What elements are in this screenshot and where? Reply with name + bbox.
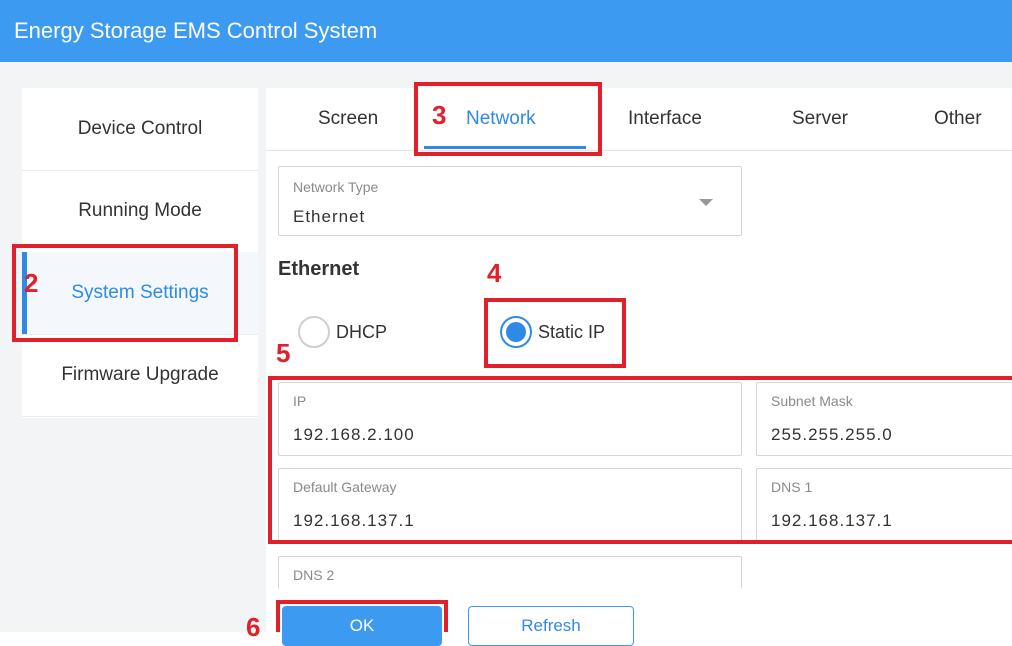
- ethernet-section-title: Ethernet: [278, 258, 360, 280]
- annotation-box-5: [268, 376, 1012, 544]
- dhcp-label[interactable]: DHCP: [336, 322, 387, 343]
- sidebar-item-firmware-upgrade[interactable]: Firmware Upgrade: [22, 334, 258, 417]
- tab-bar: Screen Network Interface Server Other: [266, 88, 1012, 151]
- dns2-field[interactable]: DNS 2: [278, 556, 742, 589]
- annotation-box-6: [276, 600, 448, 632]
- refresh-button[interactable]: Refresh: [468, 606, 634, 646]
- sidebar-item-label: Firmware Upgrade: [61, 364, 219, 385]
- chevron-down-icon: [699, 199, 713, 206]
- sidebar-item-running-mode[interactable]: Running Mode: [22, 170, 258, 253]
- dhcp-radio[interactable]: [298, 316, 330, 348]
- annotation-number-2: 2: [24, 268, 39, 298]
- sidebar-item-device-control[interactable]: Device Control: [22, 88, 258, 171]
- annotation-number-4: 4: [487, 258, 502, 288]
- sidebar-item-label: Running Mode: [78, 200, 202, 221]
- annotation-number-6: 6: [246, 612, 261, 642]
- network-type-select[interactable]: Network Type Ethernet: [278, 166, 742, 236]
- tab-server[interactable]: Server: [792, 108, 848, 130]
- annotation-box-4: [484, 298, 626, 368]
- sidebar-item-label: Device Control: [77, 118, 203, 139]
- network-type-label: Network Type: [293, 179, 379, 195]
- title-bar: Energy Storage EMS Control System: [0, 0, 1012, 62]
- app-title: Energy Storage EMS Control System: [14, 18, 378, 43]
- tab-screen[interactable]: Screen: [318, 108, 378, 130]
- dns2-label: DNS 2: [293, 567, 335, 583]
- annotation-box-2: [12, 244, 238, 342]
- network-type-value: Ethernet: [293, 207, 366, 226]
- annotation-number-5: 5: [276, 338, 291, 368]
- tab-other[interactable]: Other: [934, 108, 982, 130]
- tab-interface[interactable]: Interface: [628, 108, 702, 130]
- annotation-number-3: 3: [432, 100, 447, 130]
